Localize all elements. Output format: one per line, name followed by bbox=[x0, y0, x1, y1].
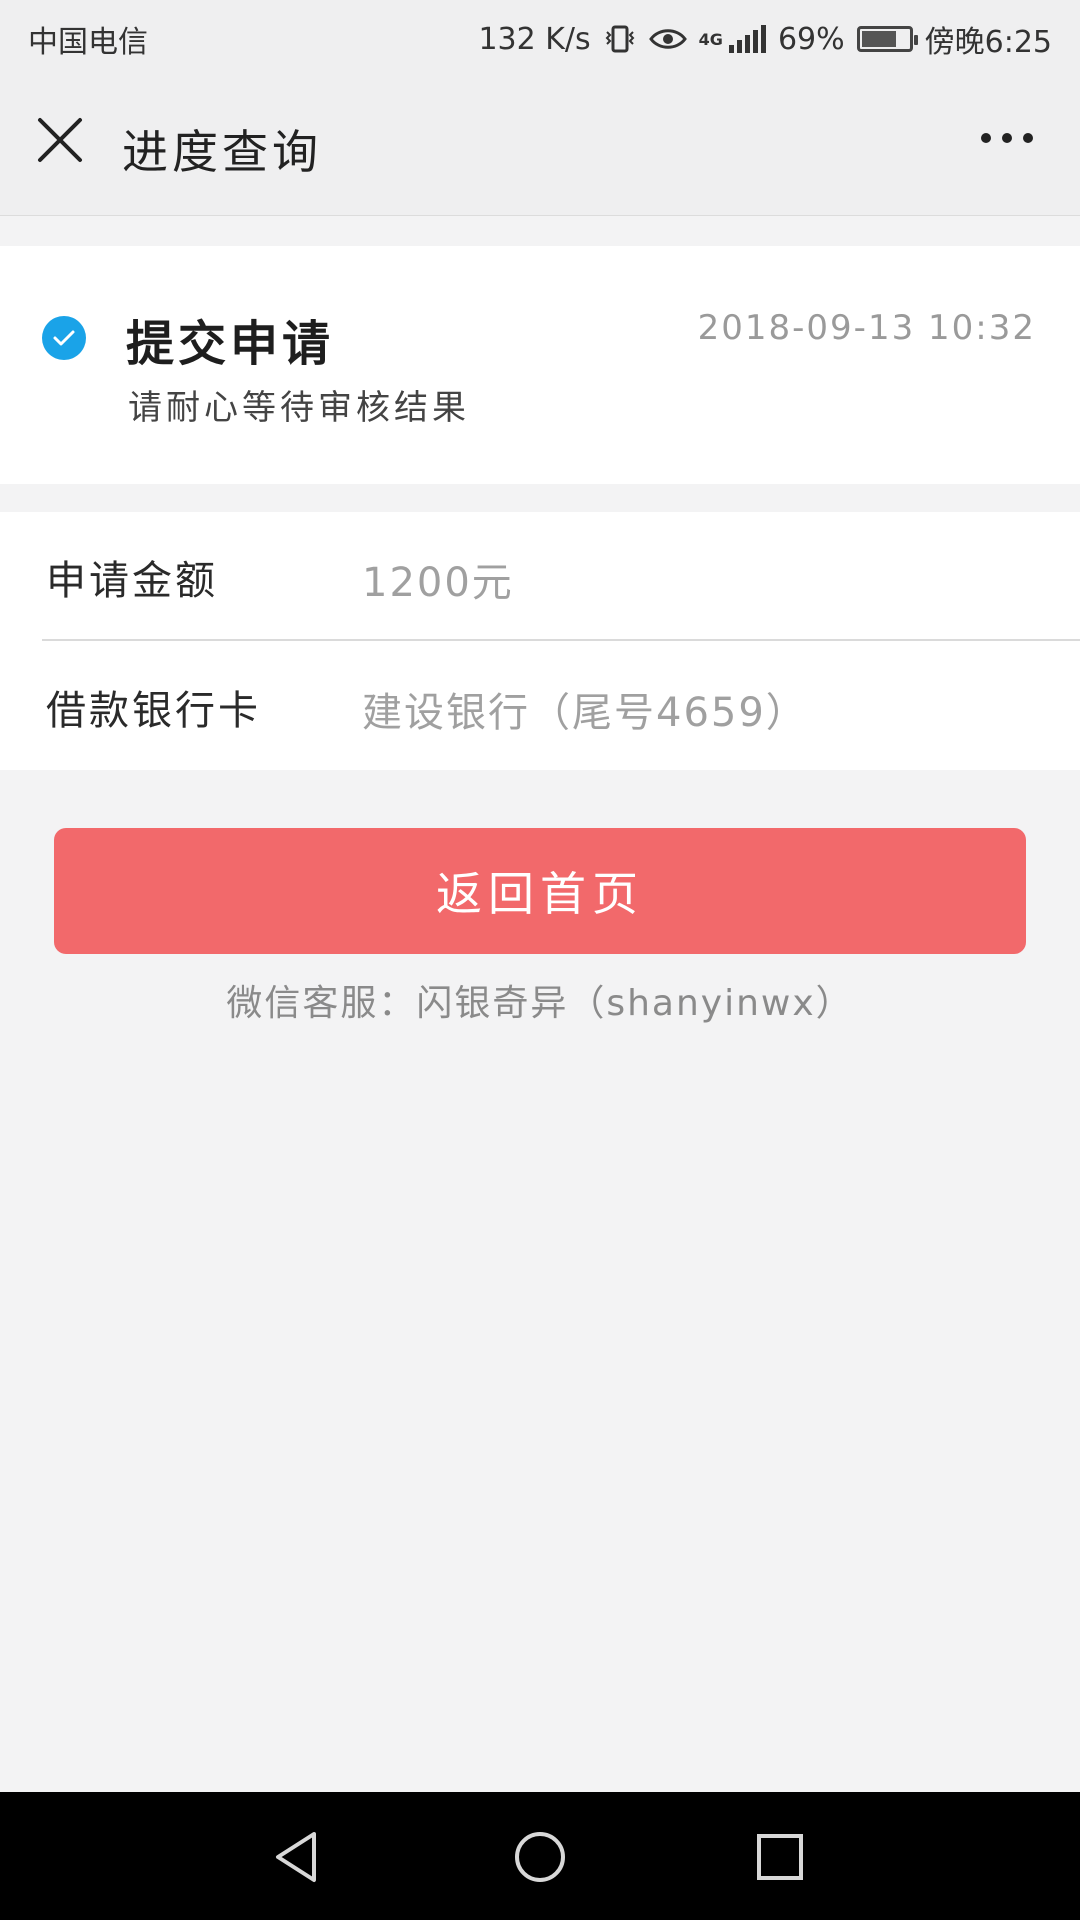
step-time: 2018-09-13 10:32 bbox=[697, 308, 1036, 348]
clock: 傍晚6:25 bbox=[924, 25, 1052, 60]
status-icons: 132 K/s 4G 69% 傍晚6:25 bbox=[478, 17, 1052, 61]
detail-row-amount: 申请金额 1200元 bbox=[0, 512, 1080, 641]
progress-card: 提交申请 2018-09-13 10:32 请耐心等待审核结果 bbox=[0, 246, 1080, 484]
close-icon[interactable] bbox=[34, 114, 86, 166]
divider bbox=[42, 639, 1080, 641]
check-circle-icon bbox=[42, 316, 86, 360]
back-icon[interactable] bbox=[262, 1822, 332, 1892]
detail-label: 申请金额 bbox=[46, 558, 218, 604]
status-bar: 中国电信 132 K/s 4G 69% 傍晚6:25 bbox=[0, 0, 1080, 78]
step-description: 请耐心等待审核结果 bbox=[128, 388, 470, 428]
wechat-service-text: 微信客服：闪银奇异（shanyinwx） bbox=[226, 983, 854, 1024]
recent-apps-icon[interactable] bbox=[745, 1822, 815, 1892]
network-type: 4G bbox=[698, 29, 723, 49]
detail-label: 借款银行卡 bbox=[46, 688, 261, 734]
detail-value: 建设银行（尾号4659） bbox=[362, 690, 808, 736]
step-title: 提交申请 bbox=[126, 316, 335, 372]
carrier: 中国电信 bbox=[28, 25, 148, 60]
page-title: 进度查询 bbox=[122, 125, 322, 179]
vibrate-icon bbox=[603, 24, 637, 54]
more-icon[interactable] bbox=[972, 118, 1042, 158]
eye-icon bbox=[648, 26, 687, 52]
title-bar: 进度查询 bbox=[0, 78, 1080, 216]
network-speed: 132 K/s bbox=[478, 21, 591, 57]
battery-icon bbox=[856, 26, 918, 52]
detail-value: 1200元 bbox=[362, 560, 514, 606]
detail-row-bank-card: 借款银行卡 建设银行（尾号4659） bbox=[0, 642, 1080, 770]
battery-percent: 69% bbox=[777, 21, 845, 57]
signal-icon bbox=[728, 25, 766, 53]
return-home-button[interactable]: 返回首页 bbox=[54, 828, 1026, 954]
application-details: 申请金额 1200元 借款银行卡 建设银行（尾号4659） bbox=[0, 512, 1080, 770]
home-icon[interactable] bbox=[505, 1822, 575, 1892]
navigation-bar bbox=[0, 1792, 1080, 1920]
